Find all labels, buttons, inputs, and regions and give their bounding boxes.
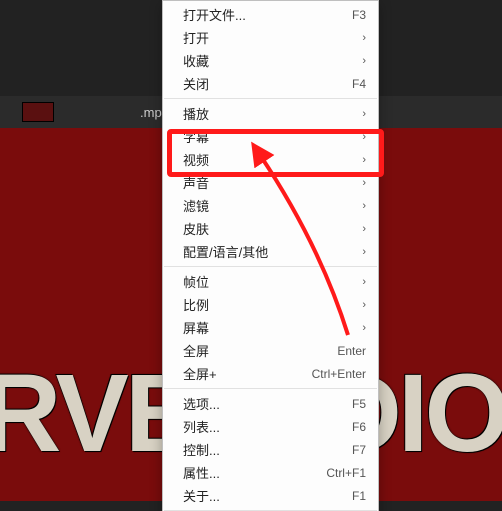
menu-label: 比例 [183, 295, 356, 314]
menu-item-close[interactable]: 关闭 F4 [163, 72, 378, 95]
menu-label: 屏幕 [183, 318, 356, 337]
menu-label: 关闭 [183, 74, 352, 93]
submenu-icon: › [362, 223, 366, 235]
menu-item-video[interactable]: 视频 › [163, 148, 378, 171]
menu-label: 列表... [183, 417, 352, 436]
menu-separator [164, 266, 377, 267]
menu-item-dock[interactable]: 帧位 › [163, 270, 378, 293]
submenu-icon: › [362, 108, 366, 120]
menu-label: 属性... [183, 463, 326, 482]
menu-item-filters[interactable]: 滤镜 › [163, 194, 378, 217]
menu-item-ratio[interactable]: 比例 › [163, 293, 378, 316]
menu-shortcut: Enter [337, 344, 366, 358]
menu-label: 字幕 [183, 127, 356, 146]
submenu-icon: › [362, 299, 366, 311]
submenu-icon: › [362, 276, 366, 288]
menu-item-config-lang-other[interactable]: 配置/语言/其他 › [163, 240, 378, 263]
menu-item-fullscreen-plus[interactable]: 全屏+ Ctrl+Enter [163, 362, 378, 385]
menu-label: 全屏+ [183, 364, 312, 383]
menu-separator [164, 388, 377, 389]
menu-item-play[interactable]: 播放 › [163, 102, 378, 125]
menu-label: 打开 [183, 28, 356, 47]
menu-label: 滤镜 [183, 196, 356, 215]
menu-label: 全屏 [183, 341, 337, 360]
menu-label: 关于... [183, 486, 352, 505]
menu-label: 打开文件... [183, 5, 352, 24]
menu-label: 选项... [183, 394, 352, 413]
submenu-icon: › [362, 154, 366, 166]
menu-label: 视频 [183, 150, 356, 169]
file-thumbnail [22, 102, 54, 122]
submenu-icon: › [362, 246, 366, 258]
submenu-icon: › [362, 55, 366, 67]
menu-shortcut: Ctrl+Enter [312, 367, 366, 381]
menu-shortcut: F6 [352, 420, 366, 434]
menu-label: 配置/语言/其他 [183, 242, 356, 261]
menu-item-skin[interactable]: 皮肤 › [163, 217, 378, 240]
submenu-icon: › [362, 131, 366, 143]
menu-item-audio[interactable]: 声音 › [163, 171, 378, 194]
submenu-icon: › [362, 177, 366, 189]
menu-item-options[interactable]: 选项... F5 [163, 392, 378, 415]
context-menu: 打开文件... F3 打开 › 收藏 › 关闭 F4 播放 › 字幕 › 视频 … [162, 0, 379, 511]
submenu-icon: › [362, 32, 366, 44]
menu-item-open-file[interactable]: 打开文件... F3 [163, 3, 378, 26]
menu-separator [164, 98, 377, 99]
menu-item-subtitle[interactable]: 字幕 › [163, 125, 378, 148]
menu-item-open[interactable]: 打开 › [163, 26, 378, 49]
menu-shortcut: F1 [352, 489, 366, 503]
menu-label: 收藏 [183, 51, 356, 70]
menu-shortcut: Ctrl+F1 [326, 466, 366, 480]
menu-label: 声音 [183, 173, 356, 192]
menu-item-playlist[interactable]: 列表... F6 [163, 415, 378, 438]
menu-shortcut: F5 [352, 397, 366, 411]
menu-item-control[interactable]: 控制... F7 [163, 438, 378, 461]
menu-item-properties[interactable]: 属性... Ctrl+F1 [163, 461, 378, 484]
menu-label: 皮肤 [183, 219, 356, 238]
submenu-icon: › [362, 322, 366, 334]
menu-shortcut: F3 [352, 8, 366, 22]
menu-item-screen[interactable]: 屏幕 › [163, 316, 378, 339]
menu-label: 帧位 [183, 272, 356, 291]
menu-label: 控制... [183, 440, 352, 459]
menu-label: 播放 [183, 104, 356, 123]
menu-shortcut: F4 [352, 77, 366, 91]
menu-shortcut: F7 [352, 443, 366, 457]
menu-item-fullscreen[interactable]: 全屏 Enter [163, 339, 378, 362]
menu-item-favorites[interactable]: 收藏 › [163, 49, 378, 72]
submenu-icon: › [362, 200, 366, 212]
menu-item-about[interactable]: 关于... F1 [163, 484, 378, 507]
